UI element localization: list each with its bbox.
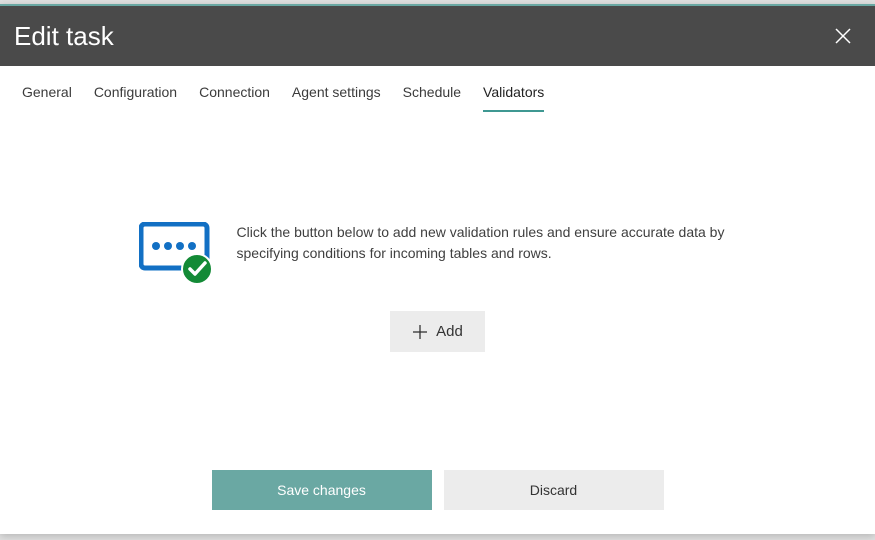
tab-bar: General Configuration Connection Agent s…	[0, 66, 875, 112]
empty-state: Click the button below to add new valida…	[139, 222, 737, 287]
tab-configuration[interactable]: Configuration	[94, 84, 177, 112]
modal-footer: Save changes Discard	[0, 452, 875, 534]
edit-task-modal: Edit task General Configuration Connecti…	[0, 4, 875, 534]
empty-state-message: Click the button below to add new valida…	[237, 222, 737, 264]
validation-icon	[139, 222, 219, 287]
close-icon	[835, 28, 851, 44]
discard-button[interactable]: Discard	[444, 470, 664, 510]
tab-agent-settings[interactable]: Agent settings	[292, 84, 381, 112]
tab-general[interactable]: General	[22, 84, 72, 112]
tab-validators[interactable]: Validators	[483, 84, 544, 112]
tab-schedule[interactable]: Schedule	[403, 84, 461, 112]
validators-content: Click the button below to add new valida…	[0, 112, 875, 452]
modal-header: Edit task	[0, 6, 875, 66]
add-validator-button[interactable]: Add	[390, 311, 485, 352]
save-button[interactable]: Save changes	[212, 470, 432, 510]
add-button-label: Add	[436, 323, 463, 340]
close-button[interactable]	[829, 22, 857, 50]
tab-connection[interactable]: Connection	[199, 84, 270, 112]
modal-title: Edit task	[14, 21, 114, 52]
plus-icon	[412, 324, 428, 340]
